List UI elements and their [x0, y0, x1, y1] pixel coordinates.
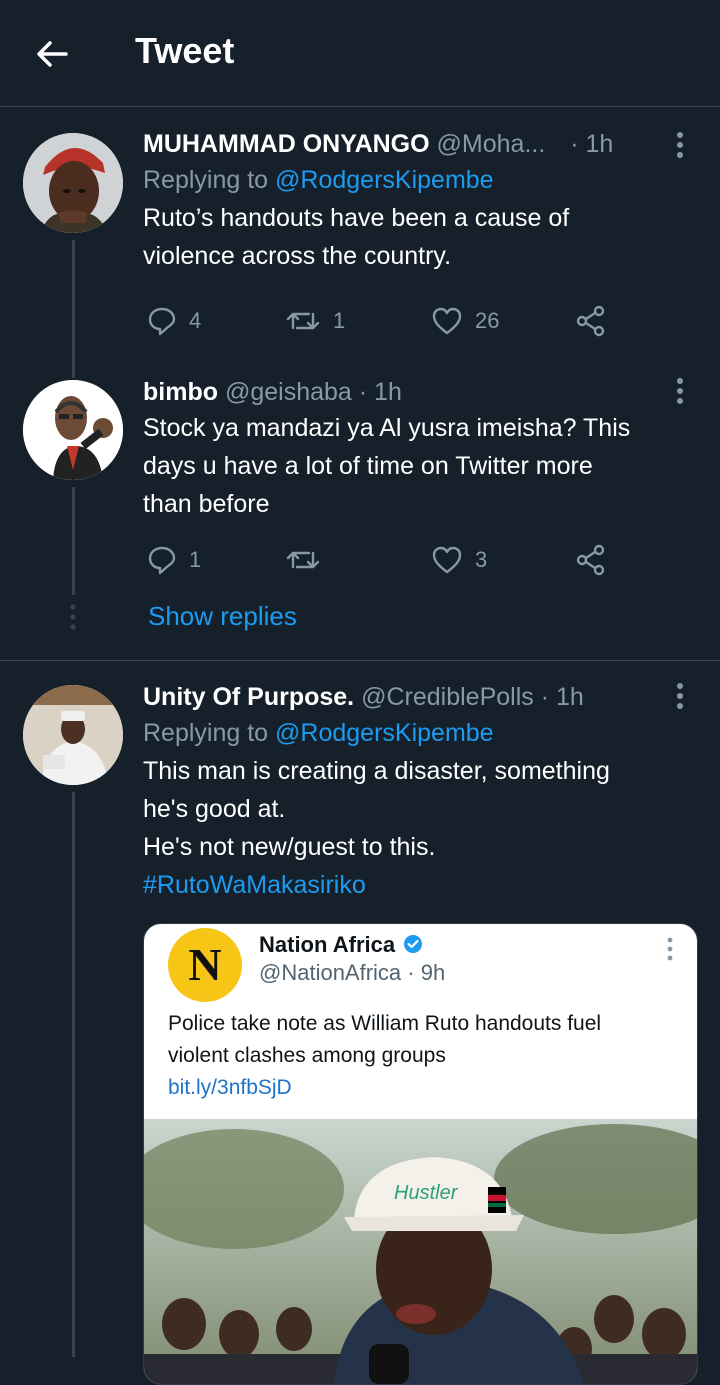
reply-button[interactable]: 4 — [147, 301, 201, 341]
handle[interactable]: @CrediblePolls — [361, 683, 534, 711]
reply-mention-link[interactable]: @RodgersKipembe — [275, 719, 494, 747]
timestamp: · 1h — [358, 378, 402, 406]
retweet-button[interactable] — [285, 540, 333, 580]
handle[interactable]: @geishaba — [225, 378, 352, 406]
like-button[interactable]: 3 — [431, 540, 487, 580]
display-name[interactable]: MUHAMMAD ONYANGO — [143, 130, 430, 158]
avatar[interactable] — [23, 133, 123, 233]
tweet-actions: 1 3 — [143, 540, 623, 580]
hashtag-link[interactable]: #RutoWaMakasiriko — [143, 866, 692, 904]
quoted-tweet-image[interactable]: N Nation Africa @NationAfrica · 9h Polic… — [143, 923, 698, 1385]
tweet-text-line: This man is creating a disaster, somethi… — [143, 757, 610, 785]
quoted-display-name: Nation Africa — [259, 932, 423, 958]
news-photo: Hustler — [144, 1119, 697, 1384]
avatar[interactable] — [23, 380, 123, 480]
tweet-header: Unity Of Purpose. @CrediblePolls · 1h — [143, 680, 692, 714]
divider — [0, 660, 720, 661]
more-replies-dots-icon — [70, 604, 76, 630]
heart-icon — [432, 307, 462, 335]
thread-line — [72, 792, 75, 1357]
handle[interactable]: @Moha... — [437, 130, 546, 158]
like-count: 3 — [475, 547, 488, 572]
cap-logo-text: Hustler — [394, 1182, 459, 1204]
quoted-name-text: Nation Africa — [259, 932, 396, 957]
like-count: 26 — [475, 308, 500, 333]
reply-icon — [148, 307, 176, 336]
replying-to: Replying to @RodgersKipembe — [143, 714, 692, 752]
tweet[interactable]: MUHAMMAD ONYANGO @Moha... · 1h Replying … — [143, 127, 692, 275]
tweet-actions: 4 1 26 — [143, 301, 623, 341]
tweet-text: Ruto’s handouts have been a cause of vio… — [143, 199, 692, 275]
reply-button[interactable]: 1 — [147, 540, 201, 580]
quoted-link: bit.ly/3nfbSjD — [168, 1076, 292, 1099]
quoted-text-line: violent clashes among groups — [168, 1044, 446, 1067]
page-title: Tweet — [135, 30, 235, 71]
thread-line — [72, 487, 75, 595]
avatar[interactable] — [23, 685, 123, 785]
quoted-text: Police take note as William Ruto handout… — [168, 1008, 673, 1104]
retweet-count: 1 — [333, 308, 346, 333]
reply-count: 4 — [189, 308, 202, 333]
quoted-text-line: Police take note as William Ruto handout… — [168, 1012, 602, 1035]
show-replies-link[interactable]: Show replies — [148, 601, 297, 632]
more-options-icon[interactable] — [668, 376, 692, 406]
tweet[interactable]: Unity Of Purpose. @CrediblePolls · 1h Re… — [143, 680, 692, 904]
verified-badge-icon — [404, 935, 423, 953]
tweet-header: bimbo @geishaba · 1h — [143, 375, 692, 409]
more-options-icon — [667, 937, 673, 961]
tweet[interactable]: bimbo @geishaba · 1h Stock ya mandazi ya… — [143, 375, 692, 523]
tweet-text-line: than before — [143, 490, 270, 518]
tweet-text: Stock ya mandazi ya Al yusra imeisha? Th… — [143, 409, 692, 523]
more-options-icon[interactable] — [668, 130, 692, 160]
tweet-text-line: Stock ya mandazi ya Al yusra imeisha? Th… — [143, 414, 631, 442]
top-bar: Tweet — [0, 0, 720, 107]
tweet-text-line: he's good at. — [143, 795, 286, 823]
retweet-icon — [286, 312, 320, 330]
display-name[interactable]: Unity Of Purpose. — [143, 683, 354, 711]
heart-icon — [432, 546, 462, 574]
share-icon — [576, 544, 605, 576]
replying-to-label: Replying to — [143, 719, 276, 747]
back-arrow-icon[interactable] — [32, 34, 72, 74]
share-button[interactable] — [575, 301, 607, 341]
replying-to: Replying to @RodgersKipembe — [143, 161, 692, 199]
tweet-text-line: days u have a lot of time on Twitter mor… — [143, 452, 593, 480]
tweet-text-line: Ruto’s handouts have been a cause of — [143, 204, 570, 232]
like-button[interactable]: 26 — [431, 301, 499, 341]
more-options-icon[interactable] — [668, 681, 692, 711]
nation-africa-logo: N — [168, 928, 242, 1002]
timestamp: · 1h — [570, 130, 614, 158]
reply-icon — [148, 546, 176, 575]
tweet-text-line: He's not new/guest to this. — [143, 833, 436, 861]
reply-count: 1 — [189, 547, 202, 572]
share-icon — [576, 305, 605, 337]
retweet-button[interactable]: 1 — [285, 301, 345, 341]
thread-line — [72, 240, 75, 378]
retweet-icon — [286, 551, 320, 569]
timestamp: · 1h — [540, 683, 584, 711]
tweet-text: This man is creating a disaster, somethi… — [143, 752, 692, 904]
reply-mention-link[interactable]: @RodgersKipembe — [275, 166, 494, 194]
display-name[interactable]: bimbo — [143, 378, 218, 406]
replying-to-label: Replying to — [143, 166, 276, 194]
tweet-header: MUHAMMAD ONYANGO @Moha... · 1h — [143, 127, 692, 161]
tweet-text-line: violence across the country. — [143, 242, 452, 270]
share-button[interactable] — [575, 540, 607, 580]
quoted-handle: @NationAfrica · 9h — [259, 960, 446, 985]
